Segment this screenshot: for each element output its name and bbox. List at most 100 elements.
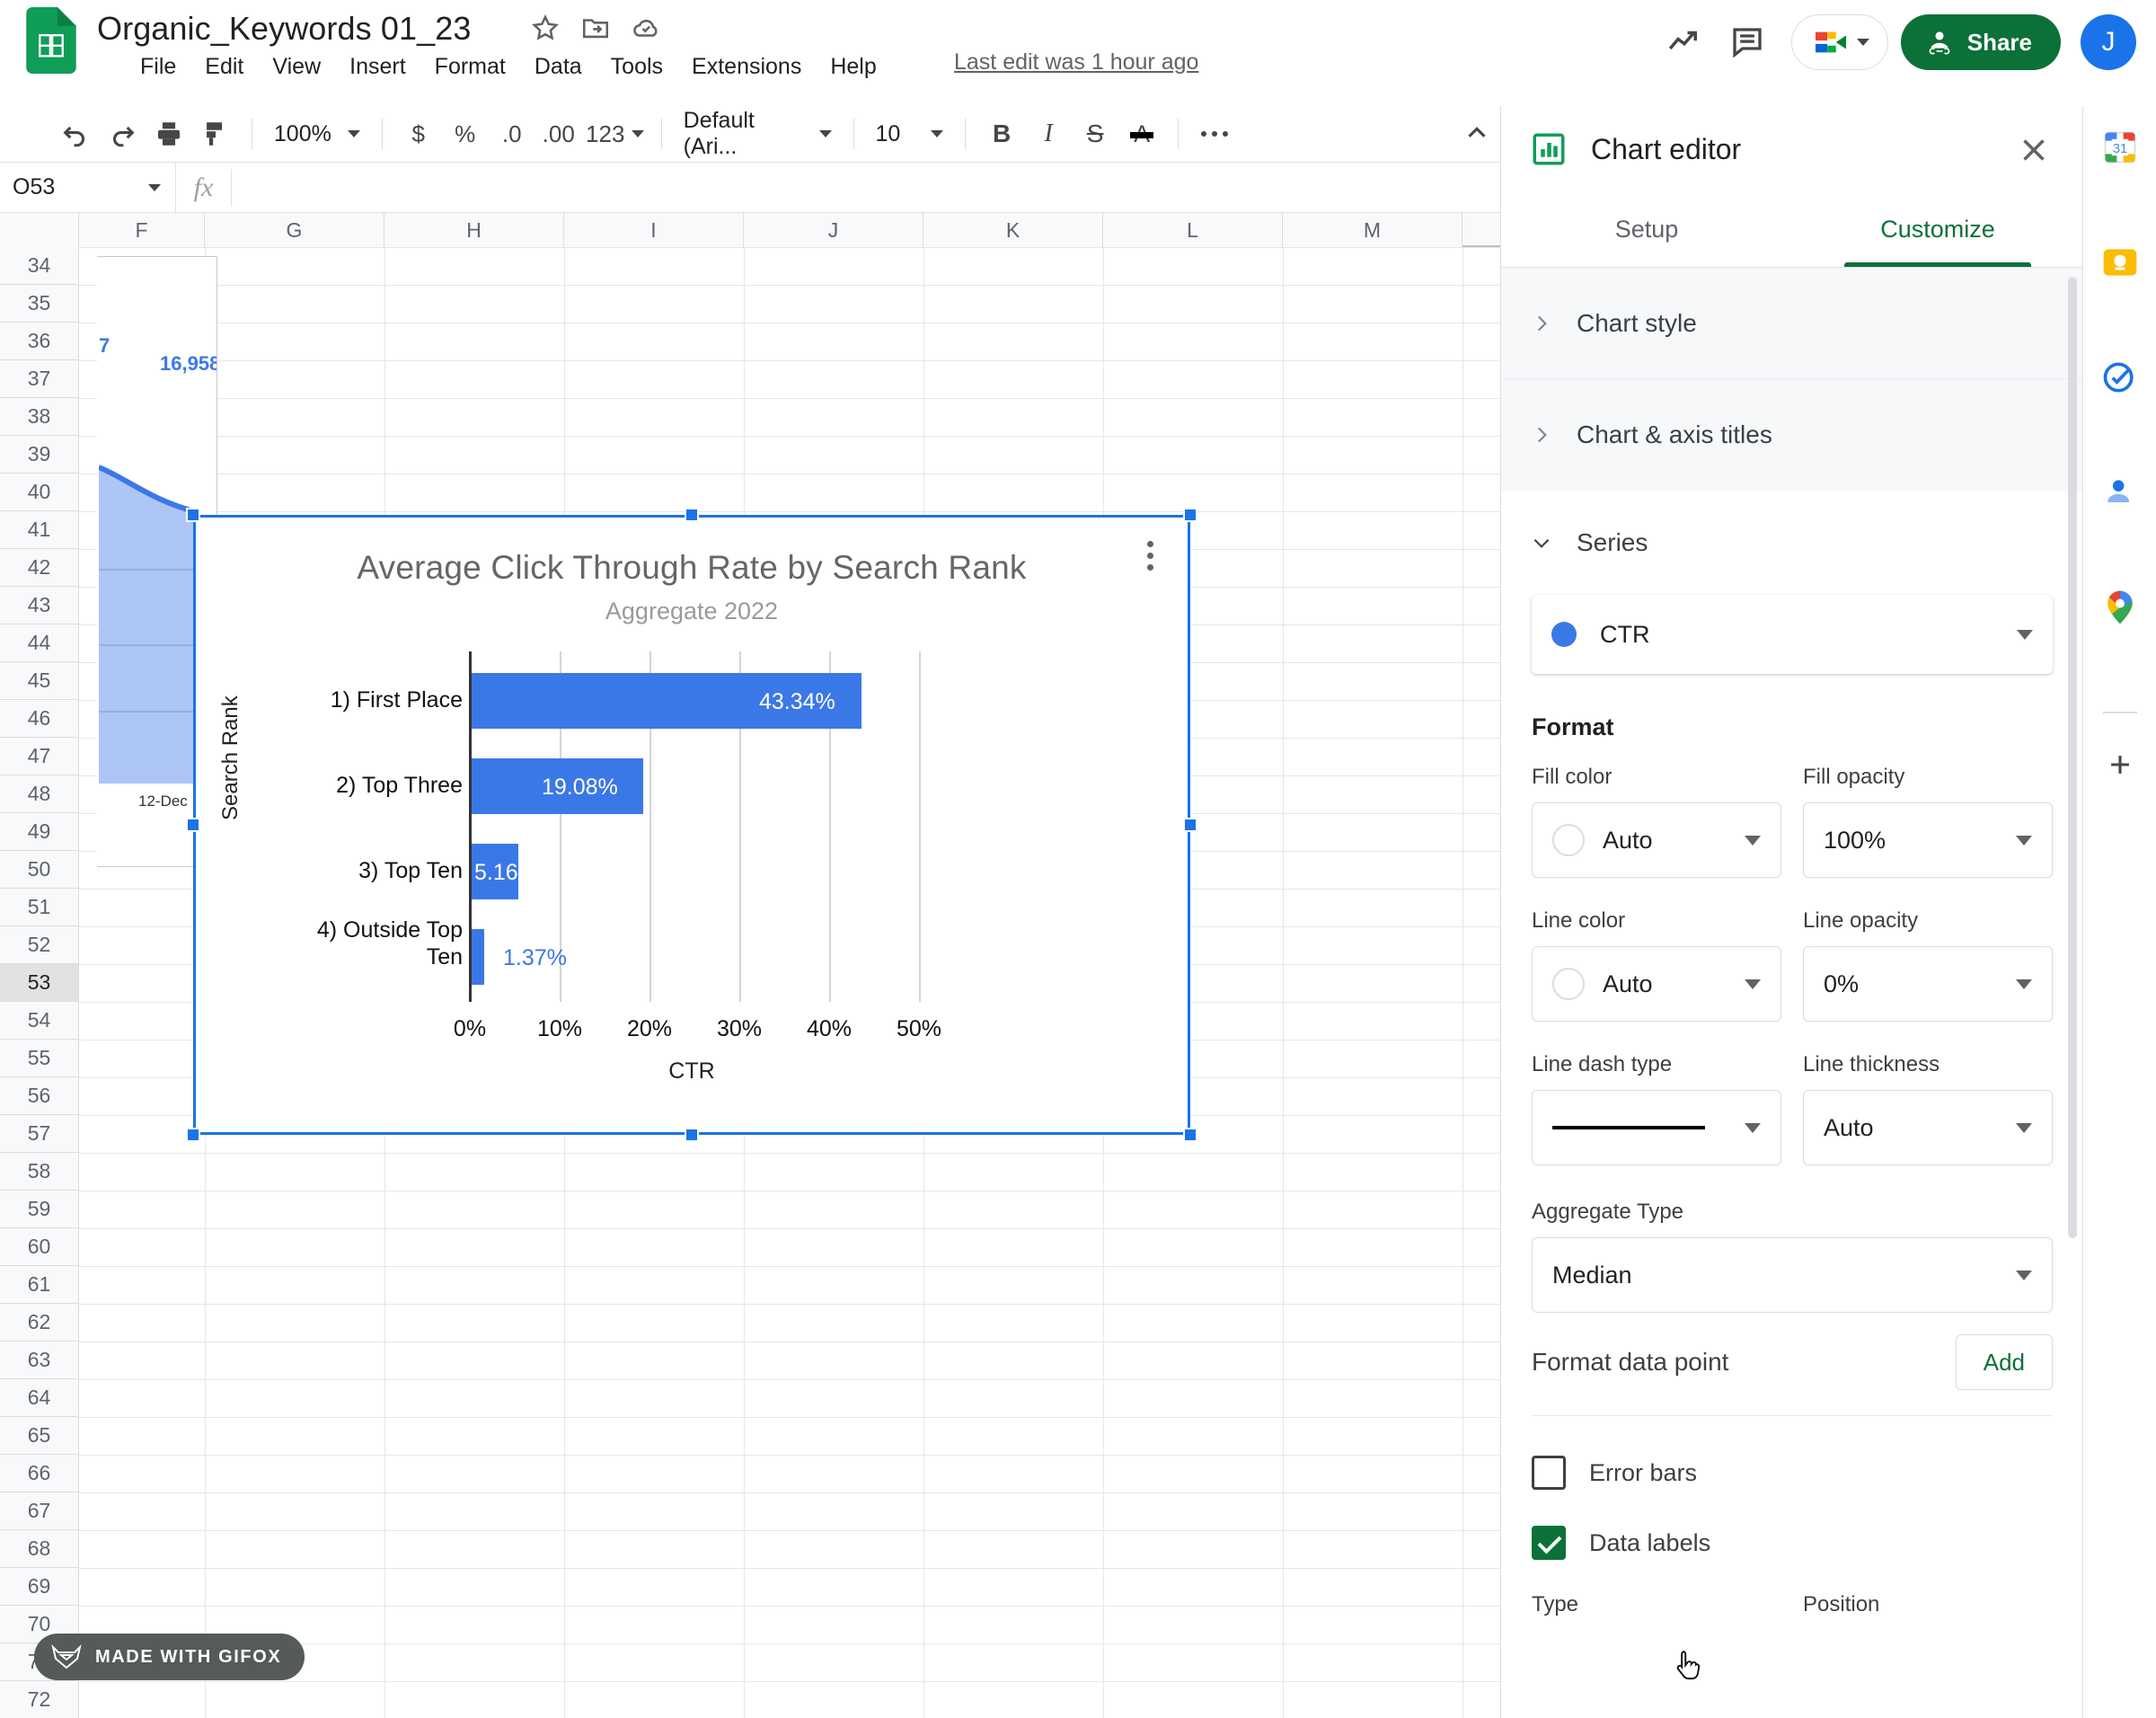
section-series-header[interactable]: Series: [1530, 491, 2053, 595]
move-to-folder-icon[interactable]: [580, 13, 611, 43]
meet-chevron-down-icon[interactable]: [1857, 39, 1869, 46]
row-header-57[interactable]: 57: [0, 1115, 79, 1153]
line-color-chevron-down-icon[interactable]: [1745, 979, 1761, 989]
zoom-selector[interactable]: 100%: [265, 121, 369, 147]
contacts-icon[interactable]: [2100, 473, 2140, 512]
column-header-H[interactable]: H: [384, 213, 564, 247]
row-header-34[interactable]: 34: [0, 247, 79, 285]
paint-format-icon[interactable]: [192, 111, 239, 157]
row-header-44[interactable]: 44: [0, 624, 79, 662]
row-header-56[interactable]: 56: [0, 1077, 79, 1115]
formula-input[interactable]: [232, 163, 1500, 213]
column-header-J[interactable]: J: [744, 213, 923, 247]
tasks-icon[interactable]: [2100, 358, 2140, 397]
collapse-toolbar-icon[interactable]: [1454, 111, 1500, 157]
line-dash-chevron-down-icon[interactable]: [1745, 1123, 1761, 1133]
italic-button[interactable]: I: [1025, 111, 1072, 157]
chart-object[interactable]: Average Click Through Rate by Search Ran…: [193, 515, 1190, 1135]
bar-outside-top-ten[interactable]: [472, 929, 484, 985]
row-header-36[interactable]: 36: [0, 323, 79, 360]
add-on-icon[interactable]: [2105, 749, 2135, 780]
chart-handle-nw[interactable]: [186, 508, 200, 522]
line-thickness-selector[interactable]: Auto: [1803, 1090, 2053, 1165]
calendar-icon[interactable]: 31: [2100, 128, 2140, 167]
line-thickness-chevron-down-icon[interactable]: [2016, 1123, 2032, 1133]
line-opacity-selector[interactable]: 0%: [1803, 946, 2053, 1022]
more-number-formats-button[interactable]: 123: [582, 111, 649, 157]
menu-item-edit[interactable]: Edit: [190, 47, 258, 86]
aggregate-type-chevron-down-icon[interactable]: [2016, 1271, 2032, 1280]
menu-item-help[interactable]: Help: [816, 47, 890, 86]
tab-setup[interactable]: Setup: [1501, 192, 1792, 267]
row-header-54[interactable]: 54: [0, 1002, 79, 1040]
fill-opacity-chevron-down-icon[interactable]: [2016, 836, 2032, 846]
chart-handle-s[interactable]: [685, 1128, 699, 1142]
text-color-button[interactable]: A: [1118, 111, 1165, 157]
star-icon[interactable]: [530, 13, 561, 43]
error-bars-checkbox[interactable]: [1532, 1456, 1566, 1490]
chart-handle-se[interactable]: [1183, 1128, 1197, 1142]
row-header-69[interactable]: 69: [0, 1568, 79, 1606]
column-header-G[interactable]: G: [205, 213, 384, 247]
decrease-decimal-button[interactable]: .0: [489, 111, 535, 157]
font-family-selector[interactable]: Default (Ari...: [675, 108, 841, 160]
zoom-chevron-down-icon[interactable]: [348, 130, 360, 137]
close-icon[interactable]: [2015, 131, 2053, 169]
print-icon[interactable]: [146, 111, 192, 157]
maps-icon[interactable]: [2100, 588, 2140, 627]
last-edit-status[interactable]: Last edit was 1 hour ago: [954, 49, 1198, 75]
increase-decimal-button[interactable]: .00: [535, 111, 582, 157]
chart-handle-w[interactable]: [186, 818, 200, 832]
error-bars-row[interactable]: Error bars: [1532, 1438, 2053, 1508]
menu-item-tools[interactable]: Tools: [596, 47, 677, 86]
data-labels-checkbox[interactable]: [1532, 1526, 1566, 1560]
select-all-corner[interactable]: [0, 213, 79, 247]
row-header-67[interactable]: 67: [0, 1492, 79, 1530]
row-header-63[interactable]: 63: [0, 1342, 79, 1379]
section-chart-axis-titles[interactable]: Chart & axis titles: [1501, 379, 2083, 491]
row-header-58[interactable]: 58: [0, 1153, 79, 1191]
row-header-52[interactable]: 52: [0, 926, 79, 964]
chart-handle-n[interactable]: [685, 508, 699, 522]
name-box-chevron-down-icon[interactable]: [148, 184, 161, 191]
row-header-48[interactable]: 48: [0, 775, 79, 813]
column-header-L[interactable]: L: [1103, 213, 1283, 247]
name-box[interactable]: O53: [0, 163, 176, 213]
menu-item-data[interactable]: Data: [520, 47, 596, 86]
share-button[interactable]: Share: [1901, 14, 2061, 70]
row-header-45[interactable]: 45: [0, 662, 79, 700]
font-chevron-down-icon[interactable]: [819, 130, 832, 137]
row-header-61[interactable]: 61: [0, 1266, 79, 1304]
line-color-selector[interactable]: Auto: [1532, 946, 1781, 1022]
row-header-46[interactable]: 46: [0, 700, 79, 738]
more-toolbar-options-button[interactable]: [1191, 111, 1238, 157]
user-avatar[interactable]: J: [2081, 14, 2136, 70]
row-header-47[interactable]: 47: [0, 738, 79, 775]
google-meet-button[interactable]: [1791, 14, 1888, 70]
activity-trend-icon[interactable]: [1653, 11, 1716, 74]
menu-item-extensions[interactable]: Extensions: [677, 47, 816, 86]
row-header-62[interactable]: 62: [0, 1304, 79, 1342]
row-header-40[interactable]: 40: [0, 474, 79, 511]
series-selector[interactable]: CTR: [1532, 595, 2053, 674]
column-header-K[interactable]: K: [923, 213, 1103, 247]
column-header-M[interactable]: M: [1283, 213, 1462, 247]
row-header-38[interactable]: 38: [0, 398, 79, 436]
row-header-42[interactable]: 42: [0, 549, 79, 587]
undo-icon[interactable]: [52, 111, 99, 157]
data-labels-row[interactable]: Data labels: [1532, 1508, 2053, 1578]
line-opacity-chevron-down-icon[interactable]: [2016, 979, 2032, 989]
chart-handle-e[interactable]: [1183, 818, 1197, 832]
aggregate-type-selector[interactable]: Median: [1532, 1237, 2053, 1313]
redo-icon[interactable]: [99, 111, 146, 157]
row-header-51[interactable]: 51: [0, 889, 79, 926]
column-header-I[interactable]: I: [564, 213, 744, 247]
keep-icon[interactable]: [2100, 243, 2140, 282]
menu-item-file[interactable]: File: [126, 47, 190, 86]
row-header-41[interactable]: 41: [0, 511, 79, 549]
percent-format-button[interactable]: %: [442, 111, 489, 157]
row-header-43[interactable]: 43: [0, 587, 79, 624]
menu-item-insert[interactable]: Insert: [335, 47, 420, 86]
row-header-53[interactable]: 53: [0, 964, 79, 1002]
row-header-39[interactable]: 39: [0, 436, 79, 474]
